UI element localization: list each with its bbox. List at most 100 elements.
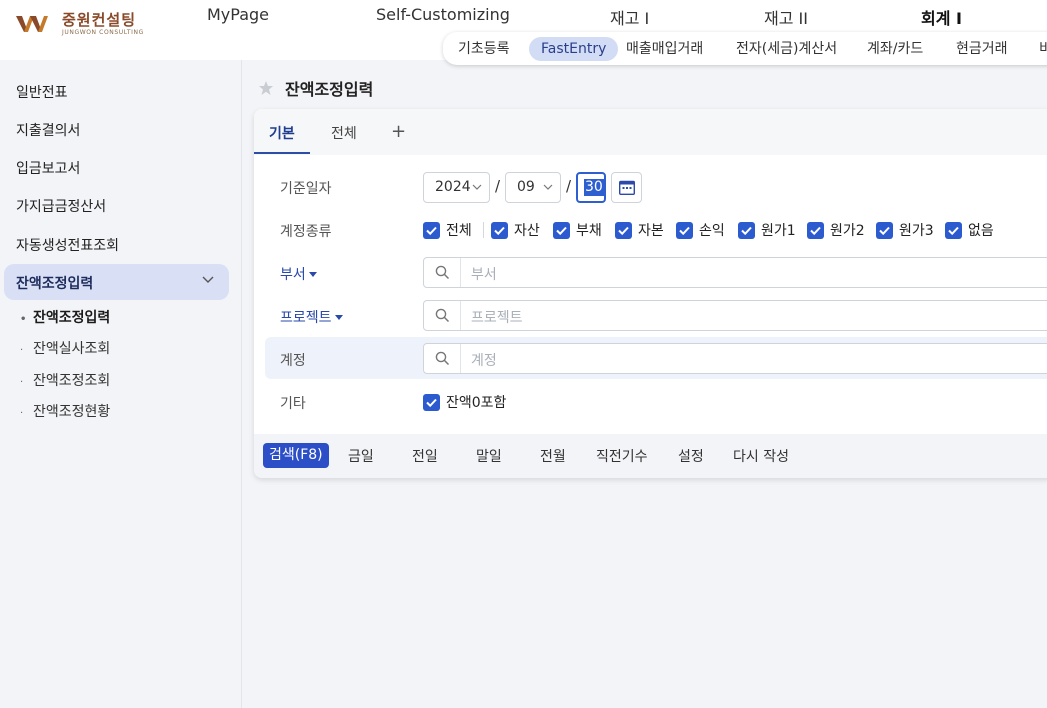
month-select[interactable]: 09 [505,172,561,203]
project-search-field[interactable]: 프로젝트 [423,300,1047,331]
project-placeholder: 프로젝트 [471,310,523,326]
checkbox-asset[interactable]: 자산 [491,220,540,240]
checkbox-checked-icon [423,393,440,411]
sidebar-subitem-balance-adjustment-status[interactable]: · 잔액조정현황 [20,401,110,421]
subnav-more[interactable]: 비 [1027,37,1047,61]
topnav-mypage[interactable]: MyPage [207,5,269,24]
sidebar-subitem-balance-audit-inquiry[interactable]: · 잔액실사조회 [20,338,110,358]
subnav-cash-transaction[interactable]: 현금거래 [944,37,1020,61]
checkbox-checked-icon [491,221,508,239]
tab-all[interactable]: 전체 [331,123,357,143]
subnav-account-card[interactable]: 계좌/카드 [855,37,935,61]
topnav-inventory-1[interactable]: 재고 I [610,5,649,29]
checkbox-none[interactable]: 없음 [945,220,994,240]
add-tab-button[interactable]: + [391,121,406,142]
subnav-sales-purchase[interactable]: 매출매입거래 [614,37,715,61]
checkbox-checked-icon [553,221,570,239]
sidebar-item-general-voucher[interactable]: 일반전표 [16,82,68,102]
subitem-label: 잔액실사조회 [33,341,111,357]
project-dropdown-label[interactable]: 프로젝트 [280,307,343,327]
day-input[interactable]: 30 [576,172,606,203]
calendar-icon [619,180,635,195]
checkbox-checked-icon [876,221,893,239]
checkbox-checked-icon [615,221,632,239]
caret-down-icon [308,272,317,277]
bullet-icon: • [20,314,27,325]
sidebar-item-balance-adjustment[interactable]: 잔액조정입력 [4,264,229,300]
checkbox-label: 잔액0포함 [446,395,507,411]
settings-button[interactable]: 설정 [678,446,704,466]
checkbox-label: 원가3 [899,223,934,239]
tab-bar: 기본 전체 + [254,109,1047,155]
divider [483,222,484,238]
checkbox-cost1[interactable]: 원가1 [738,220,796,240]
account-search-field[interactable]: 계정 [423,343,1047,374]
year-select[interactable]: 2024 [423,172,490,203]
previous-month-button[interactable]: 전월 [540,446,566,466]
today-button[interactable]: 금일 [348,446,374,466]
checkbox-include-zero-balance[interactable]: 잔액0포함 [423,392,506,412]
sidebar-item-advance-settlement[interactable]: 가지급금정산서 [16,196,106,216]
company-logo[interactable]: 중원컨설팅 JUNGWON CONSULTING [14,10,144,38]
sidebar: 일반전표 지출결의서 입금보고서 가지급금정산서 자동생성전표조회 잔액조정입력… [0,60,242,708]
checkbox-all[interactable]: 전체 [423,220,472,240]
star-icon[interactable] [258,80,274,96]
chevron-down-icon [543,184,553,190]
subnav-fastentry[interactable]: FastEntry [529,37,619,61]
subitem-label: 잔액조정현황 [33,404,111,420]
date-label: 기준일자 [280,181,332,197]
sidebar-subitem-balance-adjustment-input[interactable]: • 잔액조정입력 [20,307,110,327]
sidebar-item-expense-resolution[interactable]: 지출결의서 [16,120,80,140]
logo-mark-icon [14,10,58,38]
checkbox-label: 자본 [638,223,664,239]
topnav-self-customizing[interactable]: Self-Customizing [376,5,510,24]
subnav-basic-registration[interactable]: 기초등록 [446,37,522,61]
checkbox-profit-loss[interactable]: 손익 [676,220,725,240]
checkbox-label: 손익 [699,223,725,239]
previous-period-button[interactable]: 직전기수 [596,446,648,466]
reset-button[interactable]: 다시 작성 [733,446,789,466]
checkbox-cost3[interactable]: 원가3 [876,220,934,240]
top-header: 중원컨설팅 JUNGWON CONSULTING MyPage Self-Cus… [0,0,1047,65]
checkbox-capital[interactable]: 자본 [615,220,664,240]
calendar-button[interactable] [611,172,642,203]
sidebar-item-deposit-report[interactable]: 입금보고서 [16,158,80,178]
department-placeholder: 부서 [471,267,497,283]
chevron-down-icon [472,184,482,190]
checkbox-cost2[interactable]: 원가2 [807,220,865,240]
page-title: 잔액조정입력 [285,80,374,99]
checkbox-label: 없음 [968,223,994,239]
department-dropdown-label[interactable]: 부서 [280,264,317,284]
bullet-icon: · [20,377,24,388]
checkbox-liability[interactable]: 부채 [553,220,602,240]
tab-basic[interactable]: 기본 [269,123,295,143]
caret-down-icon [334,315,343,320]
logo-korean-text: 중원컨설팅 [62,10,137,29]
etc-label: 기타 [280,396,306,412]
search-f8-button[interactable]: 검색(F8) [263,443,329,468]
account-type-label: 계정종류 [280,224,332,240]
checkbox-checked-icon [423,221,440,239]
page-title-bar: 잔액조정입력 [258,76,373,100]
subitem-label: 잔액조정조회 [33,373,111,389]
previous-day-button[interactable]: 전일 [412,446,438,466]
year-value: 2024 [435,179,471,195]
project-label-text: 프로젝트 [280,310,332,326]
sidebar-subitem-balance-adjustment-inquiry[interactable]: · 잔액조정조회 [20,370,110,390]
day-value: 30 [584,179,604,196]
department-search-field[interactable]: 부서 [423,257,1047,288]
checkbox-label: 자산 [514,223,540,239]
account-label: 계정 [280,353,306,369]
sidebar-item-auto-voucher-inquiry[interactable]: 자동생성전표조회 [16,235,119,255]
search-icon[interactable] [424,258,461,287]
sub-navigation: 기초등록 FastEntry 매출매입거래 전자(세금)계산서 계좌/카드 현금… [443,32,1047,65]
search-icon[interactable] [424,301,461,330]
bullet-icon: · [20,345,24,356]
topnav-accounting-1[interactable]: 회계 I [921,5,962,29]
search-icon[interactable] [424,344,461,373]
end-of-month-button[interactable]: 말일 [476,446,502,466]
date-separator: / [566,177,572,195]
subnav-e-tax-invoice[interactable]: 전자(세금)계산서 [724,37,849,61]
active-tab-indicator [254,152,310,154]
topnav-inventory-2[interactable]: 재고 II [764,5,808,29]
